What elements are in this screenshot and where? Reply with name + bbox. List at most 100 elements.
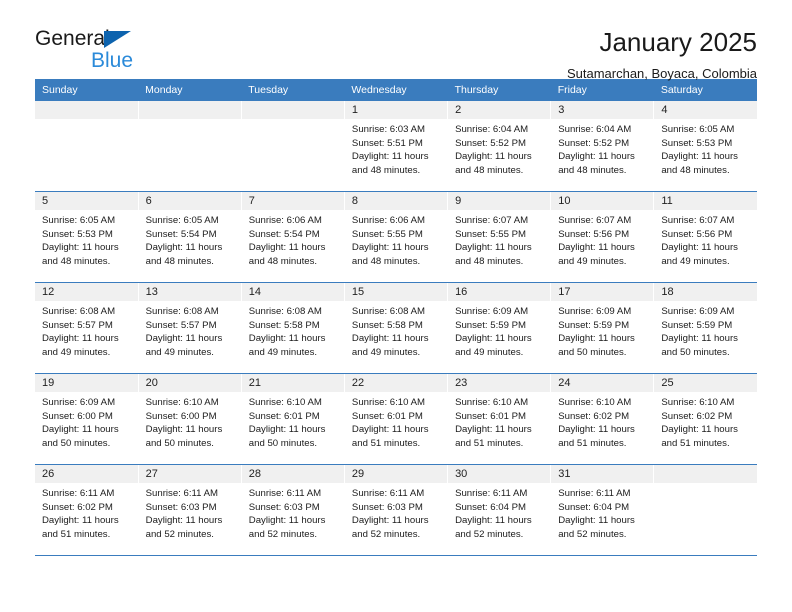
calendar-day: 8 Sunrise: 6:06 AM Sunset: 5:55 PM Daylight… — [344, 192, 448, 282]
sunset-text: Sunset: 5:55 PM — [351, 228, 423, 240]
calendar-day: 24 Sunrise: 6:10 AM Sunset: 6:02 PM Dayligh… — [551, 374, 654, 464]
calendar-day-cell[interactable]: 2 Sunrise: 6:04 AM Sunset: 5:52 PM Daylight… — [447, 101, 552, 192]
day-number: 11 — [654, 192, 757, 211]
calendar-day-cell[interactable]: 17 Sunrise: 6:09 AM Sunset: 5:59 PM Dayligh… — [550, 282, 655, 374]
day-details: Sunrise: 6:08 AM Sunset: 5:58 PM Daylight:… — [242, 301, 344, 359]
calendar-day-cell[interactable]: 19 Sunrise: 6:09 AM Sunset: 6:00 PM Dayligh… — [35, 373, 139, 465]
daylight-text-line2: and 51 minutes. — [351, 437, 421, 449]
day-number: 31 — [551, 465, 654, 484]
calendar-day: 9 Sunrise: 6:07 AM Sunset: 5:55 PM Daylight… — [448, 192, 551, 282]
daylight-text-line2: and 48 minutes. — [145, 255, 214, 267]
calendar-day-cell[interactable]: 31 Sunrise: 6:11 AM Sunset: 6:04 PM Dayligh… — [550, 464, 655, 556]
calendar-day-cell[interactable]: 25 Sunrise: 6:10 AM Sunset: 6:02 PM Dayligh… — [653, 373, 757, 465]
calendar-day: 13 Sunrise: 6:08 AM Sunset: 5:57 PM Dayligh… — [138, 283, 241, 373]
daylight-text-line2: and 50 minutes. — [145, 437, 214, 449]
daylight-text-line1: Daylight: 11 hours — [351, 242, 429, 254]
calendar-day-cell[interactable]: 22 Sunrise: 6:10 AM Sunset: 6:01 PM Dayligh… — [344, 373, 449, 465]
calendar-day-cell[interactable]: 29 Sunrise: 6:11 AM Sunset: 6:03 PM Dayligh… — [344, 464, 449, 556]
sunrise-text: Sunrise: 6:07 AM — [558, 215, 632, 227]
sunset-text: Sunset: 5:54 PM — [145, 228, 217, 240]
day-details: Sunrise: 6:05 AM Sunset: 5:53 PM Daylight:… — [35, 210, 138, 268]
calendar-day-cell[interactable]: 16 Sunrise: 6:09 AM Sunset: 5:59 PM Dayligh… — [447, 282, 552, 374]
calendar-day-cell[interactable]: 30 Sunrise: 6:11 AM Sunset: 6:04 PM Dayligh… — [447, 464, 552, 556]
daylight-text-line2: and 51 minutes. — [661, 437, 730, 449]
day-number: 17 — [551, 283, 654, 302]
daylight-text-line2: and 52 minutes. — [558, 528, 627, 540]
sunrise-text: Sunrise: 6:05 AM — [42, 215, 116, 227]
calendar-day: 20 Sunrise: 6:10 AM Sunset: 6:00 PM Dayligh… — [138, 374, 241, 464]
calendar-day: 2 Sunrise: 6:04 AM Sunset: 5:52 PM Daylight… — [448, 101, 551, 191]
daylight-text-line1: Daylight: 11 hours — [248, 424, 326, 436]
calendar-day-cell[interactable]: 4 Sunrise: 6:05 AM Sunset: 5:53 PM Daylight… — [653, 101, 757, 192]
calendar-day-cell[interactable]: 21 Sunrise: 6:10 AM Sunset: 6:01 PM Dayligh… — [241, 373, 345, 465]
general-blue-logo: General Blue — [35, 28, 155, 74]
calendar-day-cell[interactable]: 20 Sunrise: 6:10 AM Sunset: 6:00 PM Dayligh… — [138, 373, 242, 465]
calendar-day-cell[interactable]: 1 Sunrise: 6:03 AM Sunset: 5:51 PM Daylight… — [344, 101, 449, 192]
calendar-day: 11 Sunrise: 6:07 AM Sunset: 5:56 PM Dayligh… — [654, 192, 757, 282]
daylight-text-line1: Daylight: 11 hours — [455, 151, 532, 163]
calendar-day-cell[interactable]: 24 Sunrise: 6:10 AM Sunset: 6:02 PM Dayligh… — [550, 373, 655, 465]
calendar-day: 6 Sunrise: 6:05 AM Sunset: 5:54 PM Daylight… — [138, 192, 241, 282]
daylight-text-line1: Daylight: 11 hours — [661, 333, 738, 345]
daylight-text-line2: and 51 minutes. — [455, 437, 524, 449]
day-number: 15 — [344, 283, 448, 302]
calendar-day-cell[interactable]: 28 Sunrise: 6:11 AM Sunset: 6:03 PM Dayligh… — [241, 464, 345, 556]
calendar-day: 16 Sunrise: 6:09 AM Sunset: 5:59 PM Dayligh… — [448, 283, 551, 373]
daylight-text-line1: Daylight: 11 hours — [248, 333, 326, 345]
daylight-text-line2: and 48 minutes. — [558, 164, 627, 176]
calendar-day-cell[interactable]: 3 Sunrise: 6:04 AM Sunset: 5:52 PM Daylight… — [550, 101, 655, 192]
sunrise-text: Sunrise: 6:11 AM — [351, 488, 425, 500]
sunrise-text: Sunrise: 6:10 AM — [661, 397, 735, 409]
day-details: Sunrise: 6:09 AM Sunset: 5:59 PM Daylight:… — [551, 301, 653, 359]
day-number — [138, 101, 241, 120]
calendar-day-cell[interactable]: 8 Sunrise: 6:06 AM Sunset: 5:55 PM Daylight… — [344, 191, 449, 283]
daylight-text-line2: and 52 minutes. — [248, 528, 318, 540]
daylight-text-line1: Daylight: 11 hours — [558, 151, 635, 163]
calendar-week-row: 12 Sunrise: 6:08 AM Sunset: 5:57 PM Dayligh… — [35, 282, 757, 374]
sunset-text: Sunset: 5:52 PM — [558, 137, 630, 149]
daylight-text-line2: and 52 minutes. — [145, 528, 214, 540]
calendar-day-cell — [138, 101, 242, 192]
sunrise-text: Sunrise: 6:08 AM — [351, 306, 425, 318]
daylight-text-line1: Daylight: 11 hours — [558, 242, 635, 254]
day-number: 10 — [551, 192, 654, 211]
day-number: 25 — [654, 374, 757, 393]
day-number: 24 — [551, 374, 654, 393]
sunset-text: Sunset: 5:53 PM — [42, 228, 113, 240]
calendar-day-cell[interactable]: 26 Sunrise: 6:11 AM Sunset: 6:02 PM Dayligh… — [35, 464, 139, 556]
day-details: Sunrise: 6:06 AM Sunset: 5:54 PM Daylight:… — [242, 210, 344, 268]
daylight-text-line2: and 49 minutes. — [455, 346, 524, 358]
calendar-day-cell[interactable]: 13 Sunrise: 6:08 AM Sunset: 5:57 PM Dayligh… — [138, 282, 242, 374]
calendar-day-cell[interactable]: 5 Sunrise: 6:05 AM Sunset: 5:53 PM Daylight… — [35, 191, 139, 283]
calendar-day-cell[interactable]: 6 Sunrise: 6:05 AM Sunset: 5:54 PM Daylight… — [138, 191, 242, 283]
sunrise-text: Sunrise: 6:04 AM — [558, 124, 632, 136]
calendar-day-cell[interactable]: 9 Sunrise: 6:07 AM Sunset: 5:55 PM Daylight… — [447, 191, 552, 283]
daylight-text-line2: and 51 minutes. — [558, 437, 627, 449]
sunrise-text: Sunrise: 6:10 AM — [455, 397, 529, 409]
calendar-day-cell[interactable]: 27 Sunrise: 6:11 AM Sunset: 6:03 PM Dayligh… — [138, 464, 242, 556]
day-number: 4 — [654, 101, 757, 120]
daylight-text-line2: and 50 minutes. — [661, 346, 730, 358]
weekday-header-wednesday: Wednesday — [344, 79, 448, 101]
sunrise-text: Sunrise: 6:11 AM — [42, 488, 115, 500]
daylight-text-line1: Daylight: 11 hours — [351, 515, 429, 527]
calendar-body: 1 Sunrise: 6:03 AM Sunset: 5:51 PM Daylight… — [35, 101, 757, 556]
calendar-day-cell[interactable]: 23 Sunrise: 6:10 AM Sunset: 6:01 PM Dayligh… — [447, 373, 552, 465]
calendar-day-cell[interactable]: 11 Sunrise: 6:07 AM Sunset: 5:56 PM Dayligh… — [653, 191, 757, 283]
calendar-day-cell[interactable]: 10 Sunrise: 6:07 AM Sunset: 5:56 PM Dayligh… — [550, 191, 655, 283]
calendar-day: 29 Sunrise: 6:11 AM Sunset: 6:03 PM Dayligh… — [344, 465, 448, 555]
calendar-day-cell[interactable]: 18 Sunrise: 6:09 AM Sunset: 5:59 PM Dayligh… — [653, 282, 757, 374]
calendar-week-row: 19 Sunrise: 6:09 AM Sunset: 6:00 PM Dayligh… — [35, 373, 757, 465]
calendar-day-cell[interactable]: 14 Sunrise: 6:08 AM Sunset: 5:58 PM Dayligh… — [241, 282, 345, 374]
sunrise-text: Sunrise: 6:11 AM — [145, 488, 218, 500]
calendar-day: 3 Sunrise: 6:04 AM Sunset: 5:52 PM Daylight… — [551, 101, 654, 191]
daylight-text-line1: Daylight: 11 hours — [661, 151, 738, 163]
calendar-day-cell[interactable]: 15 Sunrise: 6:08 AM Sunset: 5:58 PM Dayligh… — [344, 282, 449, 374]
day-number: 9 — [448, 192, 551, 211]
daylight-text-line2: and 48 minutes. — [351, 255, 421, 267]
calendar-day-cell[interactable]: 12 Sunrise: 6:08 AM Sunset: 5:57 PM Dayligh… — [35, 282, 139, 374]
calendar-day-cell[interactable]: 7 Sunrise: 6:06 AM Sunset: 5:54 PM Daylight… — [241, 191, 345, 283]
sunset-text: Sunset: 5:58 PM — [351, 319, 423, 331]
calendar-day: 19 Sunrise: 6:09 AM Sunset: 6:00 PM Dayligh… — [35, 374, 138, 464]
sunrise-text: Sunrise: 6:08 AM — [248, 306, 322, 318]
